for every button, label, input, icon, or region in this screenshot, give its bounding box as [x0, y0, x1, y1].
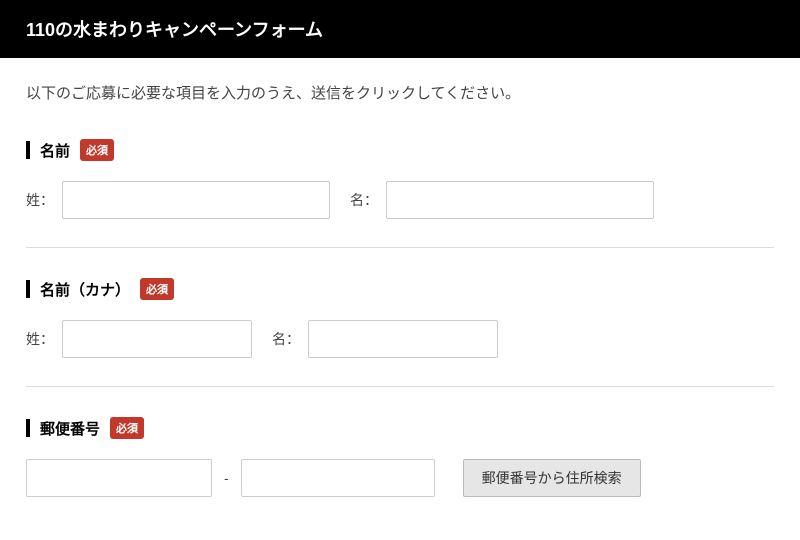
section-header-name: 名前 必須 — [26, 139, 774, 161]
input-sei[interactable] — [62, 181, 330, 219]
name-row: 姓： 名： — [26, 181, 774, 219]
input-zip-2[interactable] — [241, 459, 435, 497]
page-header: 110の水まわりキャンペーンフォーム — [0, 0, 800, 58]
section-title-name: 名前 — [40, 140, 70, 161]
section-bar-icon — [26, 141, 30, 159]
label-sei: 姓： — [26, 190, 54, 210]
section-header-kana: 名前（カナ） 必須 — [26, 278, 774, 300]
section-kana: 名前（カナ） 必須 姓： 名： — [26, 278, 774, 387]
form-content: 以下のご応募に必要な項目を入力のうえ、送信をクリックしてください。 名前 必須 … — [0, 58, 800, 509]
input-kana-mei[interactable] — [308, 320, 498, 358]
input-mei[interactable] — [386, 181, 654, 219]
required-badge: 必須 — [110, 417, 144, 439]
section-bar-icon — [26, 280, 30, 298]
zip-separator: - — [224, 470, 229, 486]
section-title-zip: 郵便番号 — [40, 418, 100, 439]
label-kana-mei: 名： — [272, 329, 300, 349]
page-title: 110の水まわりキャンペーンフォーム — [26, 20, 323, 40]
input-kana-sei[interactable] — [62, 320, 252, 358]
section-zip: 郵便番号 必須 - 郵便番号から住所検索 — [26, 417, 774, 509]
kana-row: 姓： 名： — [26, 320, 774, 358]
zip-row: - 郵便番号から住所検索 — [26, 459, 774, 497]
input-zip-1[interactable] — [26, 459, 212, 497]
required-badge: 必須 — [140, 278, 174, 300]
required-badge: 必須 — [80, 139, 114, 161]
label-kana-sei: 姓： — [26, 329, 54, 349]
label-mei: 名： — [350, 190, 378, 210]
instruction-text: 以下のご応募に必要な項目を入力のうえ、送信をクリックしてください。 — [26, 82, 774, 103]
section-bar-icon — [26, 419, 30, 437]
section-header-zip: 郵便番号 必須 — [26, 417, 774, 439]
section-title-kana: 名前（カナ） — [40, 279, 130, 300]
zip-search-button[interactable]: 郵便番号から住所検索 — [463, 459, 641, 497]
section-name: 名前 必須 姓： 名： — [26, 139, 774, 248]
